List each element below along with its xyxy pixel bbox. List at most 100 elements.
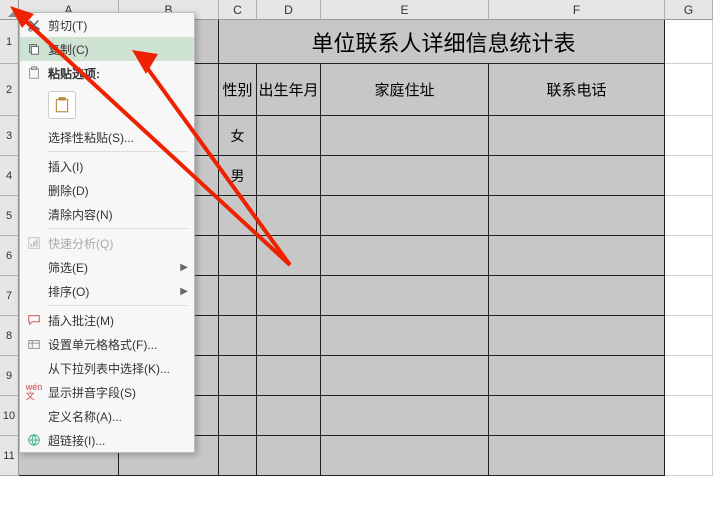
- col-header-f[interactable]: F: [489, 0, 665, 19]
- cell-c11[interactable]: [219, 436, 257, 476]
- cell-g10[interactable]: [665, 396, 713, 436]
- ctx-paste-options-row: [20, 85, 194, 125]
- cell-g9[interactable]: [665, 356, 713, 396]
- ctx-clear-label: 清除内容(N): [48, 206, 188, 223]
- row-header-6[interactable]: 6: [0, 236, 19, 276]
- cell-g6[interactable]: [665, 236, 713, 276]
- cell-e6[interactable]: [321, 236, 489, 276]
- ctx-insert[interactable]: 插入(I): [20, 154, 194, 178]
- cell-e10[interactable]: [321, 396, 489, 436]
- header-phone[interactable]: 联系电话: [489, 64, 665, 116]
- paste-icon: [24, 64, 44, 82]
- ctx-format-cells-label: 设置单元格格式(F)...: [48, 336, 188, 353]
- cell-f8[interactable]: [489, 316, 665, 356]
- cell-f10[interactable]: [489, 396, 665, 436]
- col-header-d[interactable]: D: [257, 0, 321, 19]
- ctx-cut-label: 剪切(T): [48, 17, 188, 34]
- col-header-e[interactable]: E: [321, 0, 489, 19]
- cell-f7[interactable]: [489, 276, 665, 316]
- col-header-c[interactable]: C: [219, 0, 257, 19]
- phonetic-icon: wén文: [24, 383, 44, 401]
- ctx-copy[interactable]: 复制(C): [20, 37, 194, 61]
- row-header-3[interactable]: 3: [0, 116, 19, 156]
- cell-d11[interactable]: [257, 436, 321, 476]
- cell-d3[interactable]: [257, 116, 321, 156]
- ctx-clear[interactable]: 清除内容(N): [20, 202, 194, 226]
- ctx-paste-special[interactable]: 选择性粘贴(S)...: [20, 125, 194, 149]
- row-header-2[interactable]: 2: [0, 64, 19, 116]
- cell-e11[interactable]: [321, 436, 489, 476]
- cell-c8[interactable]: [219, 316, 257, 356]
- cell-f9[interactable]: [489, 356, 665, 396]
- title-cell[interactable]: 单位联系人详细信息统计表: [219, 20, 665, 64]
- cell-e3[interactable]: [321, 116, 489, 156]
- ctx-sort[interactable]: 排序(O) ▶: [20, 279, 194, 303]
- cell-d6[interactable]: [257, 236, 321, 276]
- cell-c7[interactable]: [219, 276, 257, 316]
- ctx-quick-analysis: 快速分析(Q): [20, 231, 194, 255]
- ctx-sort-label: 排序(O): [48, 283, 176, 300]
- header-dob[interactable]: 出生年月: [257, 64, 321, 116]
- header-gender[interactable]: 性别: [219, 64, 257, 116]
- ctx-define-name[interactable]: 定义名称(A)...: [20, 404, 194, 428]
- cell-d5[interactable]: [257, 196, 321, 236]
- row-header-5[interactable]: 5: [0, 196, 19, 236]
- cell-c4[interactable]: 男: [219, 156, 257, 196]
- cell-f4[interactable]: [489, 156, 665, 196]
- ctx-pick-list[interactable]: 从下拉列表中选择(K)...: [20, 356, 194, 380]
- cell-d9[interactable]: [257, 356, 321, 396]
- cell-f6[interactable]: [489, 236, 665, 276]
- row-header-1[interactable]: 1: [0, 20, 19, 64]
- cell-e4[interactable]: [321, 156, 489, 196]
- cell-e5[interactable]: [321, 196, 489, 236]
- cell-d10[interactable]: [257, 396, 321, 436]
- row-header-9[interactable]: 9: [0, 356, 19, 396]
- ctx-hyperlink[interactable]: 超链接(I)...: [20, 428, 194, 452]
- cell-f11[interactable]: [489, 436, 665, 476]
- context-menu: 剪切(T) 复制(C) 粘贴选项: 选择性粘贴(S)... 插入(I) 删除(D…: [19, 12, 195, 453]
- cell-e7[interactable]: [321, 276, 489, 316]
- comment-icon: [24, 311, 44, 329]
- ctx-hyperlink-label: 超链接(I)...: [48, 432, 188, 449]
- row-header-column: 1 2 3 4 5 6 7 8 9 10 11: [0, 20, 19, 476]
- cell-g5[interactable]: [665, 196, 713, 236]
- ctx-cut[interactable]: 剪切(T): [20, 13, 194, 37]
- cell-f5[interactable]: [489, 196, 665, 236]
- cell-g4[interactable]: [665, 156, 713, 196]
- format-cells-icon: [24, 335, 44, 353]
- cell-g2[interactable]: [665, 64, 713, 116]
- row-header-10[interactable]: 10: [0, 396, 19, 436]
- cell-f3[interactable]: [489, 116, 665, 156]
- ctx-delete[interactable]: 删除(D): [20, 178, 194, 202]
- ctx-show-phonetic[interactable]: wén文 显示拼音字段(S): [20, 380, 194, 404]
- ctx-filter[interactable]: 筛选(E) ▶: [20, 255, 194, 279]
- ctx-insert-label: 插入(I): [48, 158, 188, 175]
- ctx-format-cells[interactable]: 设置单元格格式(F)...: [20, 332, 194, 356]
- cell-c9[interactable]: [219, 356, 257, 396]
- select-all-corner[interactable]: [0, 0, 19, 20]
- chevron-right-icon: ▶: [180, 262, 188, 273]
- row-header-8[interactable]: 8: [0, 316, 19, 356]
- cell-g1[interactable]: [665, 20, 713, 64]
- cell-c6[interactable]: [219, 236, 257, 276]
- cell-d4[interactable]: [257, 156, 321, 196]
- cell-d7[interactable]: [257, 276, 321, 316]
- ctx-delete-label: 删除(D): [48, 182, 188, 199]
- cell-g3[interactable]: [665, 116, 713, 156]
- cell-e9[interactable]: [321, 356, 489, 396]
- paste-option-default[interactable]: [48, 91, 76, 119]
- cell-g8[interactable]: [665, 316, 713, 356]
- cell-g7[interactable]: [665, 276, 713, 316]
- cell-d8[interactable]: [257, 316, 321, 356]
- cell-c3[interactable]: 女: [219, 116, 257, 156]
- col-header-g[interactable]: G: [665, 0, 713, 19]
- row-header-11[interactable]: 11: [0, 436, 19, 476]
- row-header-7[interactable]: 7: [0, 276, 19, 316]
- cell-c5[interactable]: [219, 196, 257, 236]
- ctx-insert-comment[interactable]: 插入批注(M): [20, 308, 194, 332]
- header-address[interactable]: 家庭住址: [321, 64, 489, 116]
- cell-c10[interactable]: [219, 396, 257, 436]
- cell-g11[interactable]: [665, 436, 713, 476]
- row-header-4[interactable]: 4: [0, 156, 19, 196]
- cell-e8[interactable]: [321, 316, 489, 356]
